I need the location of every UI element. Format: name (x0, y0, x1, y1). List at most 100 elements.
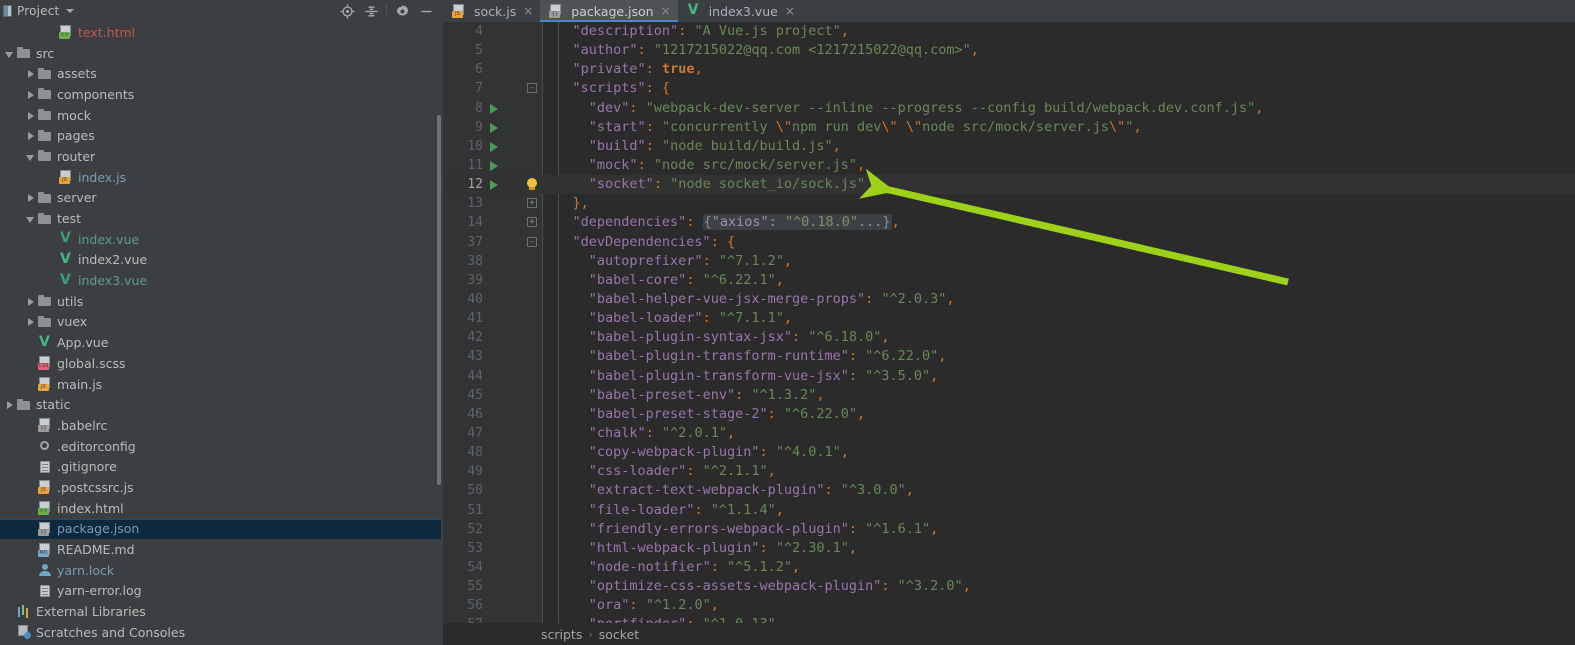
tree-item-index-html[interactable]: <> index.html (0, 498, 441, 519)
hide-panel-icon[interactable] (415, 1, 437, 21)
chevron-right-icon[interactable] (24, 191, 37, 204)
code-line[interactable]: 37 - "devDependencies": { (443, 233, 1575, 252)
code-line[interactable]: 5 "author": "1217215022@qq.com <12172150… (443, 41, 1575, 60)
lightbulb-icon[interactable] (526, 178, 538, 191)
close-icon[interactable]: × (785, 5, 795, 17)
code-line[interactable]: 42 "babel-plugin-syntax-jsx": "^6.18.0", (443, 328, 1575, 347)
tree-item-readme-md[interactable]: MD README.md (0, 539, 441, 560)
chevron-right-icon[interactable] (24, 109, 37, 122)
tree-item-external-libraries[interactable]: External Libraries (0, 601, 441, 622)
code-line[interactable]: 47 "chalk": "^2.0.1", (443, 424, 1575, 443)
editor-tab-package-json[interactable]: {} package.json × (540, 0, 679, 22)
code-line[interactable]: 53 "html-webpack-plugin": "^2.30.1", (443, 539, 1575, 558)
code-line[interactable]: 52 "friendly-errors-webpack-plugin": "^1… (443, 520, 1575, 539)
tree-item--editorconfig[interactable]: .editorconfig (0, 436, 441, 457)
code-line[interactable]: 56 "ora": "^1.2.0", (443, 596, 1575, 615)
fold-toggle-icon[interactable]: + (527, 217, 537, 228)
tree-item-src[interactable]: src (0, 43, 441, 64)
tree-item--postcssrc-js[interactable]: JS .postcssrc.js (0, 477, 441, 498)
locate-icon[interactable] (336, 1, 358, 21)
code-line[interactable]: 44 "babel-plugin-transform-vue-jsx": "^3… (443, 367, 1575, 386)
run-script-icon[interactable] (490, 160, 498, 171)
tree-item-router[interactable]: router (0, 146, 441, 167)
run-script-icon[interactable] (490, 180, 498, 191)
chevron-right-icon[interactable] (24, 88, 37, 101)
tree-item-vuex[interactable]: vuex (0, 312, 441, 333)
chevron-right-icon[interactable] (24, 315, 37, 328)
project-file-tree[interactable]: <> text.html src assets components mock pages r… (0, 22, 441, 645)
code-line[interactable]: 40 "babel-helper-vue-jsx-merge-props": "… (443, 290, 1575, 309)
breadcrumb[interactable]: scripts › socket (443, 623, 1575, 645)
code-line[interactable]: 9 "start": "concurrently \"npm run dev\"… (443, 118, 1575, 137)
tree-item-index2-vue[interactable]: index2.vue (0, 250, 441, 271)
code-line[interactable]: 11 "mock": "node src/mock/server.js", (443, 156, 1575, 175)
editor-tab-index3-vue[interactable]: index3.vue × (677, 0, 802, 22)
run-script-icon[interactable] (490, 103, 498, 114)
code-line[interactable]: 4 "description": "A Vue.js project", (443, 22, 1575, 41)
tree-item-package-json[interactable]: {} package.json (0, 518, 441, 540)
code-line[interactable]: 7 - "scripts": { (443, 79, 1575, 98)
code-line[interactable]: 51 "file-loader": "^1.1.4", (443, 501, 1575, 520)
tree-item-yarn-lock[interactable]: yarn.lock (0, 560, 441, 581)
tree-item-server[interactable]: server (0, 188, 441, 209)
chevron-right-icon[interactable] (24, 129, 37, 142)
code-line[interactable]: 38 "autoprefixer": "^7.1.2", (443, 252, 1575, 271)
code-line[interactable]: 41 "babel-loader": "^7.1.1", (443, 309, 1575, 328)
fold-toggle-icon[interactable]: - (527, 236, 537, 247)
chevron-right-icon[interactable] (24, 295, 37, 308)
breadcrumb-item[interactable]: socket (599, 627, 639, 642)
tree-item-pages[interactable]: pages (0, 125, 441, 146)
tree-item--gitignore[interactable]: .gitignore (0, 456, 441, 477)
code-line[interactable]: 12 "socket": "node socket_io/sock.js" (443, 175, 1575, 195)
fold-toggle-icon[interactable]: + (527, 198, 537, 209)
code-line[interactable]: 14 + "dependencies": {"axios": "^0.18.0".… (443, 213, 1575, 232)
tree-item-index3-vue[interactable]: index3.vue (0, 270, 441, 291)
tree-item-components[interactable]: components (0, 84, 441, 105)
tree-item-text-html[interactable]: <> text.html (0, 22, 441, 43)
tree-item-yarn-error-log[interactable]: yarn-error.log (0, 581, 441, 602)
tree-item-assets[interactable]: assets (0, 63, 441, 84)
tree-item-global-scss[interactable]: CSS global.scss (0, 353, 441, 374)
tree-item-index-vue[interactable]: index.vue (0, 229, 441, 250)
close-icon[interactable]: × (523, 5, 533, 17)
code-editor[interactable]: 4 "description": "A Vue.js project", 5 "a… (443, 22, 1575, 623)
fold-toggle-icon[interactable]: - (527, 83, 537, 94)
chevron-down-icon[interactable] (24, 212, 37, 225)
code-line[interactable]: 8 "dev": "webpack-dev-server --inline --… (443, 99, 1575, 118)
tree-item-test[interactable]: test (0, 208, 441, 229)
tree-item-index-js[interactable]: JS index.js (0, 167, 441, 188)
chevron-down-icon[interactable] (3, 47, 16, 60)
code-line[interactable]: 55 "optimize-css-assets-webpack-plugin":… (443, 577, 1575, 596)
code-line[interactable]: 49 "css-loader": "^2.1.1", (443, 462, 1575, 481)
chevron-down-icon[interactable] (66, 9, 75, 13)
collapse-all-icon[interactable] (360, 1, 382, 21)
tree-item-utils[interactable]: utils (0, 291, 441, 312)
code-line[interactable]: 39 "babel-core": "^6.22.1", (443, 271, 1575, 290)
editor-tab-sock-js[interactable]: JS sock.js × (443, 0, 541, 22)
code-line[interactable]: 57 "portfinder": "^1.0.13", (443, 615, 1575, 623)
tree-item--babelrc[interactable]: {} .babelrc (0, 415, 441, 436)
code-line[interactable]: 13 + }, (443, 194, 1575, 213)
tree-item-scratches-and-consoles[interactable]: Scratches and Consoles (0, 622, 441, 643)
close-icon[interactable]: × (661, 5, 671, 17)
tree-item-main-js[interactable]: JS main.js (0, 374, 441, 395)
run-script-icon[interactable] (490, 141, 498, 152)
folded-region[interactable]: {"axios": "^0.18.0"...} (702, 214, 892, 231)
tree-item-app-vue[interactable]: App.vue (0, 332, 441, 353)
run-script-icon[interactable] (490, 122, 498, 133)
code-line[interactable]: 54 "node-notifier": "^5.1.2", (443, 558, 1575, 577)
tree-item-mock[interactable]: mock (0, 105, 441, 126)
code-line[interactable]: 50 "extract-text-webpack-plugin": "^3.0.… (443, 481, 1575, 500)
code-line[interactable]: 46 "babel-preset-stage-2": "^6.22.0", (443, 405, 1575, 424)
chevron-down-icon[interactable] (24, 150, 37, 163)
breadcrumb-item[interactable]: scripts (541, 627, 582, 642)
gear-icon[interactable] (391, 1, 413, 21)
code-line[interactable]: 43 "babel-plugin-transform-runtime": "^6… (443, 347, 1575, 366)
code-line[interactable]: 45 "babel-preset-env": "^1.3.2", (443, 386, 1575, 405)
code-line[interactable]: 48 "copy-webpack-plugin": "^4.0.1", (443, 443, 1575, 462)
code-line[interactable]: 10 "build": "node build/build.js", (443, 137, 1575, 156)
chevron-right-icon[interactable] (24, 67, 37, 80)
chevron-right-icon[interactable] (3, 398, 16, 411)
code-line[interactable]: 6 "private": true, (443, 60, 1575, 79)
tree-item-static[interactable]: static (0, 394, 441, 415)
